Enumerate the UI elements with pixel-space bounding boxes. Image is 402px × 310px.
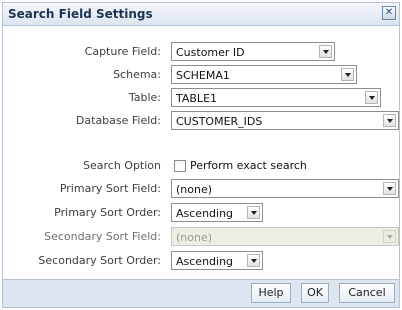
table-value: TABLE1 [176,92,218,105]
dialog-title: Search Field Settings [8,7,153,21]
secondary-sort-field-value: (none) [176,231,213,244]
secondary-sort-order-select[interactable]: Ascending [171,251,263,270]
help-button[interactable]: Help [251,283,291,303]
primary-sort-order-label: Primary Sort Order: [54,206,161,219]
search-field-settings-dialog: Search Field Settings ✕ Capture Field: C… [2,2,400,308]
chevron-down-icon[interactable] [247,206,260,219]
secondary-sort-field-label: Secondary Sort Field: [44,230,161,243]
search-option-label: Search Option [83,159,161,172]
cancel-button[interactable]: Cancel [339,283,395,303]
schema-select[interactable]: SCHEMA1 [171,65,357,84]
capture-field-label: Capture Field: [84,45,161,58]
table-label: Table: [128,91,161,104]
dialog-footer: Help OK Cancel [3,279,399,307]
database-field-value: CUSTOMER_IDS [176,115,263,128]
secondary-sort-order-label: Secondary Sort Order: [38,254,161,267]
primary-sort-field-value: (none) [176,183,213,196]
schema-label: Schema: [113,68,161,81]
chevron-down-icon[interactable] [341,68,354,81]
chevron-down-icon[interactable] [365,91,378,104]
exact-search-checkbox[interactable] [174,160,186,172]
chevron-down-icon[interactable] [383,114,396,127]
ok-button[interactable]: OK [301,283,329,303]
primary-sort-order-value: Ascending [176,207,234,220]
chevron-down-icon [383,230,396,243]
chevron-down-icon[interactable] [319,45,332,58]
exact-search-checkbox-label[interactable]: Perform exact search [190,159,307,172]
primary-sort-field-label: Primary Sort Field: [59,182,161,195]
table-select[interactable]: TABLE1 [171,88,381,107]
capture-field-select[interactable]: Customer ID [171,42,335,61]
primary-sort-order-select[interactable]: Ascending [171,203,263,222]
capture-field-value: Customer ID [176,46,245,59]
primary-sort-field-select[interactable]: (none) [171,179,399,198]
schema-value: SCHEMA1 [176,69,230,82]
database-field-select[interactable]: CUSTOMER_IDS [171,111,399,130]
close-icon[interactable]: ✕ [382,6,396,20]
database-field-label: Database Field: [75,114,161,127]
secondary-sort-order-value: Ascending [176,255,234,268]
secondary-sort-field-select: (none) [171,227,399,246]
dialog-titlebar: Search Field Settings ✕ [3,3,399,26]
chevron-down-icon[interactable] [383,182,396,195]
chevron-down-icon[interactable] [247,254,260,267]
